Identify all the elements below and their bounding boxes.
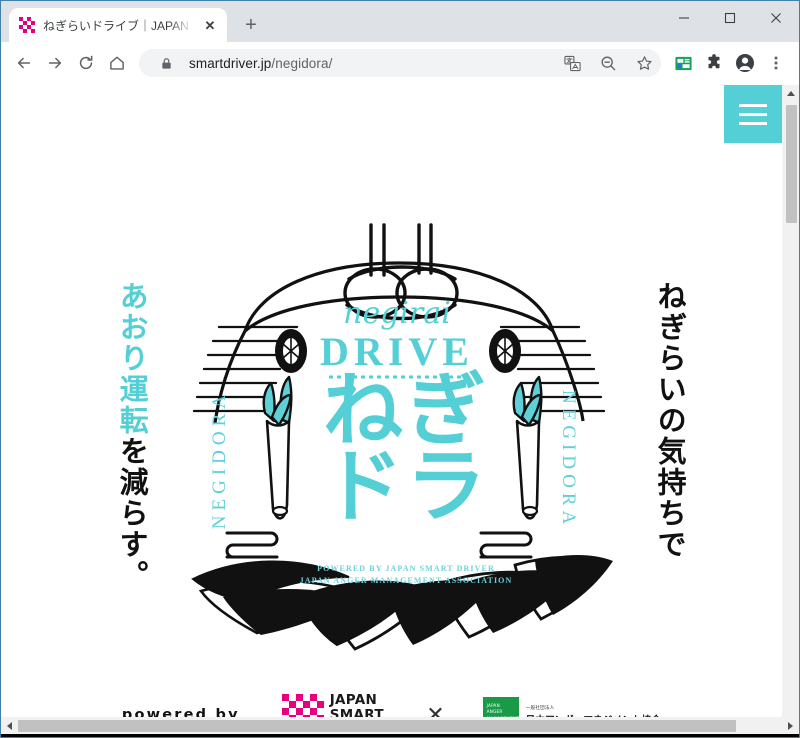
- window-controls: [661, 1, 799, 35]
- home-icon[interactable]: [102, 48, 132, 78]
- jama-box-line-2: ANGER: [487, 709, 515, 714]
- powered-line-2: JAPAN ANGER MANAGEMENT ASSOCIATION: [266, 575, 546, 587]
- wheel-left: [275, 329, 307, 373]
- lock-icon: [153, 50, 179, 76]
- powered-by-label: powered by: [122, 707, 240, 717]
- scroll-up-button[interactable]: [783, 85, 799, 102]
- tagline-right: ねぎらいの気持ちで: [651, 281, 688, 560]
- page-viewport: あおり運転を減らす。 ねぎらいの気持ちで: [1, 85, 799, 717]
- leek-left: [264, 377, 292, 518]
- reload-icon[interactable]: [71, 48, 101, 78]
- horizontal-scroll-track[interactable]: [18, 717, 782, 734]
- scroll-right-button[interactable]: [782, 722, 799, 730]
- tab-title: ねぎらいドライブ｜JAPAN SMART D: [43, 17, 193, 34]
- maximize-button[interactable]: [707, 1, 753, 35]
- forward-icon[interactable]: [40, 48, 70, 78]
- profile-avatar-icon[interactable]: [730, 48, 760, 78]
- tagline-left: あおり運転を減らす。: [113, 281, 150, 591]
- translate-icon[interactable]: [559, 50, 585, 76]
- japan-anger-management-logo[interactable]: JAPAN ANGER MANAGEMENT ASSOCIATION 一般社団法…: [483, 697, 661, 717]
- three-dot-menu-icon[interactable]: [761, 48, 791, 78]
- squiggle-left: [227, 533, 277, 557]
- powered-line-1: POWERED BY JAPAN SMART DRIVER: [266, 563, 546, 575]
- jsd-line-2: SMART: [330, 707, 384, 717]
- cross-separator: ✕: [426, 702, 444, 717]
- tab-close-icon[interactable]: ✕: [201, 16, 219, 34]
- hamburger-bar: [739, 113, 767, 116]
- favicon-japan-smart-driver: [19, 17, 35, 33]
- squiggle-right: [481, 533, 531, 557]
- browser-tab[interactable]: ねぎらいドライブ｜JAPAN SMART D ✕: [9, 8, 227, 42]
- logotype-line2: ドラ: [301, 449, 511, 525]
- footer-logos: powered by JAPAN SMART DRIVER: [1, 685, 782, 717]
- tagline-left-black: を減らす。: [115, 436, 149, 591]
- close-button[interactable]: [753, 1, 799, 35]
- back-icon[interactable]: [9, 48, 39, 78]
- bookmark-star-icon[interactable]: [631, 50, 657, 76]
- jama-box-line-1: JAPAN: [487, 703, 515, 708]
- jama-wordmark: 一般社団法人 日本アンガーマネジメント協会: [526, 705, 661, 718]
- vertical-scroll-thumb[interactable]: [786, 105, 797, 223]
- tagline-left-teal: あおり運転: [115, 281, 149, 436]
- web-page-content: あおり運転を減らす。 ねぎらいの気持ちで: [1, 85, 782, 717]
- address-bar[interactable]: smartdriver.jp/negidora/: [139, 49, 661, 77]
- puzzle-piece-icon[interactable]: [699, 48, 729, 78]
- menu-toggle-button[interactable]: [724, 85, 782, 143]
- jama-sup-text: 一般社団法人: [526, 705, 661, 711]
- zoom-out-icon[interactable]: [595, 50, 621, 76]
- horizontal-scrollbar[interactable]: [1, 717, 799, 734]
- leek-right: [514, 377, 542, 518]
- vertical-scrollbar[interactable]: [782, 85, 799, 717]
- negidora-side-text-left: NEGIDORA: [209, 390, 231, 529]
- hamburger-bar: [739, 104, 767, 107]
- jama-green-box: JAPAN ANGER MANAGEMENT ASSOCIATION: [483, 697, 519, 717]
- tab-strip: ねぎらいドライブ｜JAPAN SMART D ✕ +: [1, 1, 799, 42]
- powered-by-lines: POWERED BY JAPAN SMART DRIVER JAPAN ANGE…: [266, 563, 546, 588]
- browser-window: ねぎらいドライブ｜JAPAN SMART D ✕ +: [0, 0, 800, 738]
- negidora-side-text-right: NEGIDORA: [557, 390, 579, 529]
- hamburger-bar: [739, 122, 767, 125]
- negidora-logotype: ねぎ ドラ: [301, 373, 511, 525]
- checkered-pattern-icon: [282, 694, 324, 717]
- browser-toolbar: smartdriver.jp/negidora/: [1, 42, 799, 85]
- horizontal-scroll-thumb[interactable]: [18, 720, 736, 732]
- japan-smart-driver-logo[interactable]: JAPAN SMART DRIVER: [282, 693, 389, 717]
- script-negirai: negirai: [343, 296, 451, 331]
- wheel-right: [489, 329, 521, 373]
- green-extension-icon[interactable]: [668, 48, 698, 78]
- japan-smart-driver-wordmark: JAPAN SMART DRIVER: [330, 693, 389, 717]
- minimize-button[interactable]: [661, 1, 707, 35]
- new-tab-button[interactable]: +: [237, 11, 265, 39]
- window-bottom-edge: [1, 734, 799, 737]
- url-text: smartdriver.jp/negidora/: [189, 56, 549, 71]
- scroll-left-button[interactable]: [1, 722, 18, 730]
